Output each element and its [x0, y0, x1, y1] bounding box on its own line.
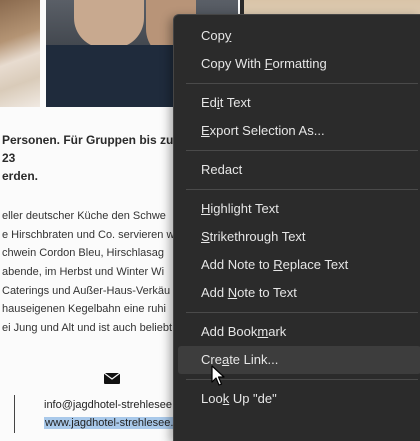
paragraph-body: eller deutscher Küche den Schwe e Hirsch… [2, 207, 177, 338]
menu-item-accelerator: m [257, 324, 269, 339]
menu-item-label: Ed [201, 95, 217, 110]
text-line: e Hirschbraten und Co. servieren w [2, 228, 175, 241]
text-line: erden. [2, 169, 39, 183]
text-line: eller deutscher Küche den Schwe [2, 210, 166, 222]
menu-item-label: Copy With [201, 56, 265, 71]
menu-item-label: eplace Text [282, 257, 349, 272]
menu-item-label: Add [201, 285, 228, 300]
menu-item-label: ormatting [272, 56, 327, 71]
menu-item-highlight-text[interactable]: Highlight Text [178, 195, 420, 223]
menu-item-label: Cop [201, 28, 225, 43]
menu-item-label: ote to Text [237, 285, 297, 300]
menu-item-label: Up "de" [229, 391, 277, 406]
menu-item-accelerator: F [264, 56, 273, 71]
envelope-icon [104, 373, 120, 384]
menu-item-look-up[interactable]: Look Up "de" [178, 385, 420, 413]
menu-item-edit-text[interactable]: Edit Text [178, 89, 420, 117]
menu-separator [186, 150, 418, 151]
menu-item-export-selection[interactable]: Export Selection As... [178, 117, 420, 145]
website-selected[interactable]: www.jagdhotel-strehlesee.de [44, 417, 187, 429]
menu-item-accelerator: E [201, 123, 210, 138]
arrow-pointer-icon [211, 365, 225, 386]
photo-detail [74, 0, 144, 48]
menu-item-copy[interactable]: Copy [178, 22, 420, 50]
menu-item-accelerator: H [201, 201, 211, 216]
menu-item-label: ighlight Text [210, 201, 279, 216]
menu-item-label: Loo [201, 391, 223, 406]
menu-item-accelerator: R [273, 257, 283, 272]
menu-item-copy-with-formatting[interactable]: Copy With Formatting [178, 50, 420, 78]
menu-separator [186, 83, 418, 84]
menu-item-add-note-replace[interactable]: Add Note to Replace Text [178, 251, 420, 279]
menu-item-redact[interactable]: Redact [178, 156, 420, 184]
email-address[interactable]: info@jagdhotel-strehlesee. [44, 399, 175, 411]
menu-item-strikethrough-text[interactable]: Strikethrough Text [178, 223, 420, 251]
text-line: chwein Cordon Bleu, Hirschlasag [2, 247, 165, 260]
menu-item-add-note-to-text[interactable]: Add Note to Text [178, 279, 420, 307]
menu-item-accelerator: y [224, 28, 232, 43]
divider-line [14, 395, 15, 433]
menu-item-label: ark [268, 324, 287, 339]
photo-left [0, 0, 40, 107]
menu-item-label: t Text [219, 95, 251, 110]
menu-item-label: te Link... [229, 352, 279, 367]
menu-item-accelerator: N [227, 285, 238, 300]
text-line: abende, im Herbst und Winter Wi [2, 266, 165, 279]
menu-separator [186, 312, 418, 313]
menu-item-label: Add Note to [201, 257, 274, 272]
text-line: ei Jung und Alt und ist auch beliebt [2, 322, 173, 335]
paragraph-intro: Personen. Für Gruppen bis zu 23 erden. [2, 131, 177, 185]
menu-separator [186, 189, 418, 190]
menu-item-accelerator: S [201, 229, 210, 244]
menu-item-label: trikethrough Text [209, 229, 306, 244]
menu-item-label: xport Selection As... [209, 123, 325, 138]
text-line: Caterings und Außer-Haus-Verkäu [2, 284, 171, 297]
menu-item-label: Add Book [201, 324, 258, 339]
menu-item-label: Redact [201, 162, 243, 177]
menu-item-add-bookmark[interactable]: Add Bookmark [178, 318, 420, 346]
text-line: Personen. Für Gruppen bis zu 23 [2, 133, 174, 165]
text-line: hauseigenen Kegelbahn eine ruhi [2, 303, 166, 316]
